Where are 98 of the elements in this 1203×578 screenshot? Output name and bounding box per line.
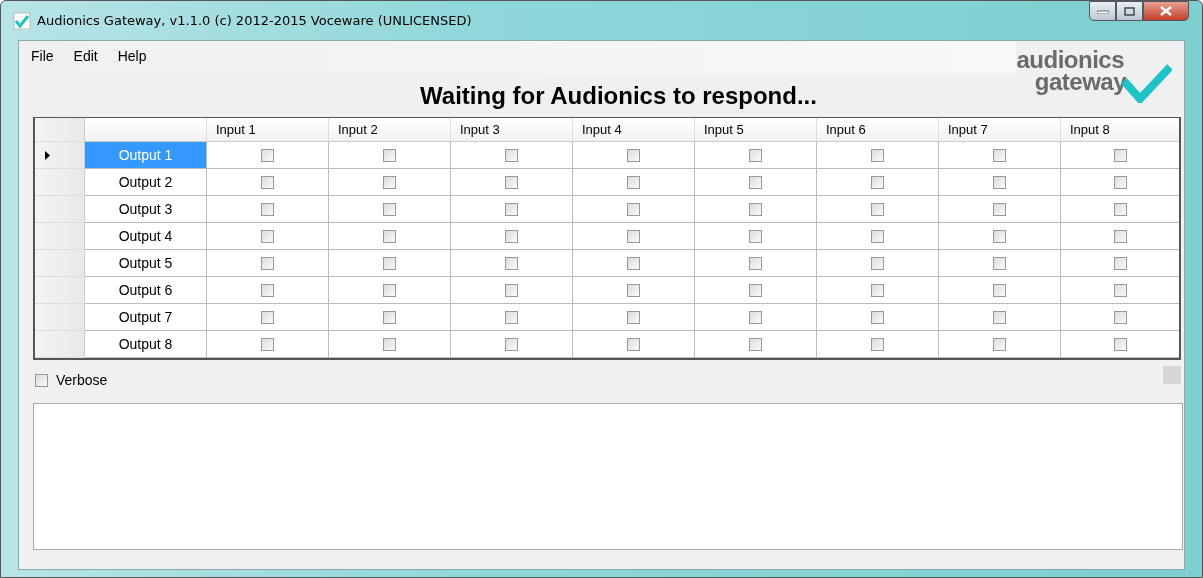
minimize-button[interactable] bbox=[1089, 1, 1116, 21]
checkbox[interactable] bbox=[871, 256, 884, 270]
column-header[interactable]: Input 3 bbox=[451, 118, 573, 142]
corner-header bbox=[35, 118, 85, 142]
table-cell[interactable]: Output 4 bbox=[85, 223, 207, 250]
checkmark-icon bbox=[13, 11, 31, 30]
checkbox[interactable] bbox=[1113, 148, 1127, 162]
checkbox[interactable] bbox=[505, 337, 518, 351]
checkbox[interactable] bbox=[261, 310, 274, 324]
minimize-icon bbox=[1096, 8, 1109, 14]
checkbox[interactable] bbox=[383, 310, 396, 324]
checkbox[interactable] bbox=[993, 283, 1006, 297]
checkbox[interactable] bbox=[993, 148, 1006, 162]
checkbox[interactable] bbox=[871, 148, 884, 162]
checkbox[interactable] bbox=[1113, 229, 1127, 243]
column-header[interactable]: Input 2 bbox=[329, 118, 451, 142]
checkbox[interactable] bbox=[627, 256, 640, 270]
window-title: Audionics Gateway, v1.1.0 (c) 2012-2015 Voceware (UNLICENSED) bbox=[37, 13, 472, 28]
checkbox[interactable] bbox=[993, 310, 1006, 324]
status-indicator bbox=[1163, 366, 1181, 384]
checkbox[interactable] bbox=[1113, 337, 1127, 351]
checkbox[interactable] bbox=[993, 229, 1006, 243]
checkbox[interactable] bbox=[383, 337, 396, 351]
checkbox[interactable] bbox=[1113, 283, 1127, 297]
table-cell[interactable]: Output 6 bbox=[85, 277, 207, 304]
checkbox[interactable] bbox=[383, 148, 396, 162]
checkbox[interactable] bbox=[1113, 310, 1127, 324]
checkbox[interactable] bbox=[749, 175, 762, 189]
checkbox[interactable] bbox=[993, 202, 1006, 216]
checkbox[interactable] bbox=[871, 283, 884, 297]
checkbox[interactable] bbox=[627, 337, 640, 351]
column-header[interactable]: Input 7 bbox=[939, 118, 1061, 142]
checkbox[interactable] bbox=[261, 175, 274, 189]
row-header[interactable] bbox=[35, 142, 85, 169]
checkbox[interactable] bbox=[261, 337, 274, 351]
checkbox[interactable] bbox=[749, 310, 762, 324]
checkbox[interactable] bbox=[383, 229, 396, 243]
menu-item[interactable]: Edit bbox=[63, 48, 108, 73]
checkbox[interactable] bbox=[627, 229, 640, 243]
checkbox[interactable] bbox=[749, 283, 762, 297]
logo-text: gateway bbox=[1034, 71, 1126, 93]
checkbox[interactable] bbox=[261, 229, 274, 243]
checkbox[interactable] bbox=[383, 283, 396, 297]
checkbox[interactable] bbox=[871, 202, 884, 216]
checkbox[interactable] bbox=[505, 229, 518, 243]
maximize-button[interactable] bbox=[1116, 1, 1143, 21]
checkbox[interactable] bbox=[627, 202, 640, 216]
checkbox-label: Verbose bbox=[56, 372, 108, 388]
checkbox[interactable] bbox=[261, 256, 274, 270]
checkbox[interactable] bbox=[1113, 256, 1127, 270]
checkbox[interactable] bbox=[505, 148, 518, 162]
checkbox[interactable] bbox=[749, 256, 762, 270]
table-cell[interactable]: Output 5 bbox=[85, 250, 207, 277]
checkbox[interactable] bbox=[261, 283, 274, 297]
logo-text: audionics bbox=[1016, 49, 1124, 71]
checkbox[interactable] bbox=[383, 202, 396, 216]
checkbox[interactable] bbox=[35, 373, 48, 387]
checkbox[interactable] bbox=[871, 229, 884, 243]
checkbox[interactable] bbox=[993, 175, 1006, 189]
maximize-icon bbox=[1124, 6, 1135, 16]
checkbox[interactable] bbox=[1113, 202, 1127, 216]
checkbox[interactable] bbox=[627, 148, 640, 162]
checkbox[interactable] bbox=[749, 229, 762, 243]
checkbox[interactable] bbox=[261, 148, 274, 162]
status-heading: Waiting for Audionics to respond... bbox=[419, 81, 817, 111]
checkbox[interactable] bbox=[383, 256, 396, 270]
table-cell[interactable]: Output 2 bbox=[85, 169, 207, 196]
table-cell[interactable]: Output 3 bbox=[85, 196, 207, 223]
checkbox[interactable] bbox=[871, 337, 884, 351]
checkbox[interactable] bbox=[505, 175, 518, 189]
checkbox[interactable] bbox=[505, 283, 518, 297]
checkbox[interactable] bbox=[749, 148, 762, 162]
checkbox[interactable] bbox=[505, 256, 518, 270]
menu-item[interactable]: File bbox=[21, 48, 64, 73]
column-header[interactable]: Input 6 bbox=[817, 118, 939, 142]
checkbox[interactable] bbox=[261, 202, 274, 216]
close-icon bbox=[1160, 6, 1172, 16]
checkbox[interactable] bbox=[505, 310, 518, 324]
checkbox[interactable] bbox=[1113, 175, 1127, 189]
checkbox[interactable] bbox=[627, 175, 640, 189]
checkbox[interactable] bbox=[627, 283, 640, 297]
checkbox[interactable] bbox=[505, 202, 518, 216]
checkbox[interactable] bbox=[627, 310, 640, 324]
menu-item[interactable]: Help bbox=[107, 48, 157, 73]
column-header[interactable]: Input 1 bbox=[207, 118, 329, 142]
checkbox[interactable] bbox=[383, 175, 396, 189]
checkbox[interactable] bbox=[871, 175, 884, 189]
checkbox[interactable] bbox=[749, 337, 762, 351]
column-header[interactable] bbox=[85, 118, 207, 142]
column-header[interactable]: Input 5 bbox=[695, 118, 817, 142]
checkbox[interactable] bbox=[749, 202, 762, 216]
checkbox[interactable] bbox=[993, 337, 1006, 351]
checkbox[interactable] bbox=[871, 310, 884, 324]
table-cell[interactable]: Output 7 bbox=[85, 304, 207, 331]
checkbox[interactable] bbox=[993, 256, 1006, 270]
column-header[interactable]: Input 4 bbox=[573, 118, 695, 142]
table-cell[interactable]: Output 8 bbox=[85, 331, 207, 358]
close-button[interactable] bbox=[1143, 1, 1189, 21]
